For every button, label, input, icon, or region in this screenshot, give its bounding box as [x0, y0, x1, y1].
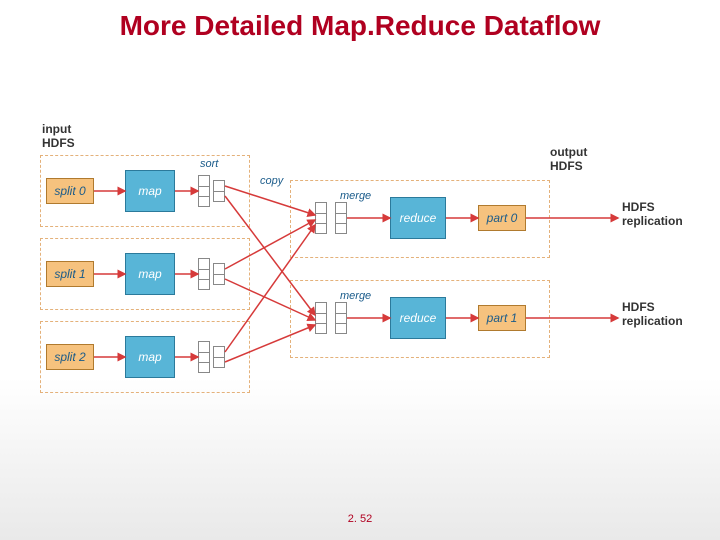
part-0: part 0 [478, 205, 526, 231]
reduce-0: reduce [390, 197, 446, 239]
map-2: map [125, 336, 175, 378]
split-1: split 1 [46, 261, 94, 287]
slide-footer: 2. 52 [0, 513, 720, 525]
split-2: split 2 [46, 344, 94, 370]
map-1: map [125, 253, 175, 295]
label-input-hdfs: input HDFS [42, 122, 75, 150]
slide-title: More Detailed Map.Reduce Dataflow [0, 10, 720, 42]
label-hdfs-rep-1: HDFS replication [622, 300, 683, 328]
sort-buf-2a [198, 341, 210, 373]
label-output-hdfs: output HDFS [550, 145, 587, 173]
sort-buf-0b [213, 180, 225, 202]
merge-buf-1a [315, 302, 327, 334]
label-copy: copy [260, 175, 283, 187]
label-hdfs-rep-0: HDFS replication [622, 200, 683, 228]
label-merge-1: merge [340, 290, 371, 302]
split-0: split 0 [46, 178, 94, 204]
sort-buf-1a [198, 258, 210, 290]
map-0: map [125, 170, 175, 212]
merge-buf-0b [335, 202, 347, 234]
part-1: part 1 [478, 305, 526, 331]
sort-buf-2b [213, 346, 225, 368]
label-sort: sort [200, 158, 218, 170]
mapreduce-diagram: input HDFS output HDFS sort copy merge m… [40, 130, 680, 430]
sort-buf-0a [198, 175, 210, 207]
label-merge-0: merge [340, 190, 371, 202]
reduce-1: reduce [390, 297, 446, 339]
merge-buf-1b [335, 302, 347, 334]
sort-buf-1b [213, 263, 225, 285]
merge-buf-0a [315, 202, 327, 234]
